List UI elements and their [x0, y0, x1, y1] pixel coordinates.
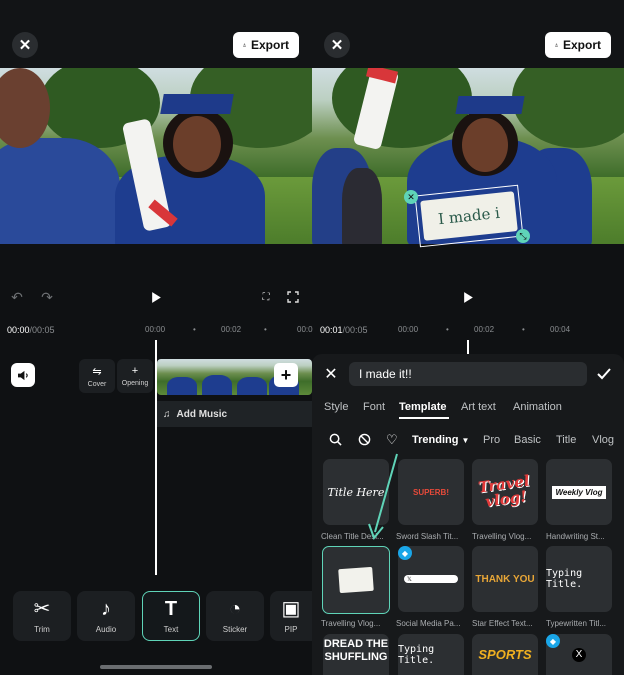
tab-art-text[interactable]: Art text	[461, 401, 496, 413]
overlay-text: I made i	[437, 203, 501, 229]
left-tick-1: •	[193, 325, 196, 334]
mute-button[interactable]	[11, 363, 35, 387]
tab-template[interactable]: Template	[399, 401, 446, 413]
filter-basic[interactable]: Basic	[514, 434, 541, 446]
left-export-button[interactable]: Export	[233, 32, 299, 58]
filter-vlog[interactable]: Vlog	[592, 434, 614, 446]
template-travelling-vlog[interactable]: Travel vlog!	[472, 459, 538, 525]
right-close-button[interactable]: ✕	[324, 32, 350, 58]
undo-icon[interactable]: ↶	[10, 289, 24, 305]
right-tick-4: 00:04	[550, 325, 571, 334]
fullscreen-icon[interactable]	[286, 290, 300, 304]
right-timecode: 00:01/00:05	[320, 325, 368, 335]
music-note-icon: ♫	[163, 408, 171, 420]
pro-badge-icon: ◆	[398, 546, 412, 560]
tab-font[interactable]: Font	[363, 401, 385, 413]
template-typewritten[interactable]: Typing Title.	[546, 546, 612, 612]
tool-text[interactable]: T Text	[142, 591, 200, 641]
tool-sticker[interactable]: ◔ Sticker	[206, 591, 264, 641]
template-label: Travelling Vlog...	[321, 619, 381, 628]
filter-title[interactable]: Title	[556, 434, 576, 446]
right-tick-2: 00:02	[474, 325, 495, 334]
tab-template-underline	[399, 417, 449, 419]
right-tick-1: •	[446, 325, 449, 334]
template-label: Star Effect Text...	[472, 619, 533, 628]
paper-preview	[338, 566, 374, 594]
tool-audio[interactable]: ♪ Audio	[77, 591, 135, 641]
none-icon[interactable]	[358, 433, 371, 451]
left-video-preview	[0, 68, 312, 244]
left-export-label: Export	[250, 38, 289, 52]
keyframe-icon[interactable]: ⛶	[258, 290, 274, 304]
overlay-delete-handle[interactable]: ✕	[404, 190, 418, 204]
left-tick-2: 00:02	[221, 325, 242, 334]
confirm-button[interactable]	[596, 366, 612, 382]
opening-button[interactable]: + Opening	[117, 359, 153, 393]
filter-trending[interactable]: Trending ▼	[412, 434, 469, 446]
left-close-button[interactable]: ✕	[12, 32, 38, 58]
template-sports[interactable]: SPORTS	[472, 634, 538, 675]
play-icon	[151, 291, 161, 303]
filter-pro[interactable]: Pro	[483, 434, 500, 446]
caret-down-icon: ▼	[461, 436, 470, 445]
cover-button[interactable]: ⇋ Cover	[79, 359, 115, 393]
template-label: Social Media Pa...	[396, 619, 461, 628]
sticker-icon: ◔	[228, 597, 242, 620]
left-tick-3: •	[264, 325, 267, 334]
left-timecode: 00:00/00:05	[7, 325, 55, 335]
music-note-icon: ♪	[101, 597, 111, 620]
search-icon[interactable]	[329, 433, 342, 451]
picture-icon: ▣	[281, 597, 301, 620]
pro-badge-icon: ◆	[546, 634, 560, 648]
overlay-resize-handle[interactable]: ⤡	[516, 229, 530, 243]
add-music-track[interactable]: ♫ Add Music	[157, 401, 312, 427]
text-overlay-paper: I made i	[420, 191, 518, 241]
tab-style[interactable]: Style	[324, 401, 348, 413]
template-star-effect[interactable]: THANK YOU	[472, 546, 538, 612]
scissors-icon: ✂	[33, 597, 51, 620]
left-playhead[interactable]	[155, 340, 157, 575]
template-typing-title[interactable]: Typing Title.	[398, 634, 464, 675]
left-tick-0: 00:00	[145, 325, 166, 334]
annotation-arrow	[368, 453, 398, 541]
left-play-button[interactable]	[149, 290, 163, 304]
text-icon: T	[164, 597, 178, 620]
tab-animation[interactable]: Animation	[513, 401, 562, 413]
play-icon	[463, 291, 473, 303]
export-icon	[555, 43, 558, 47]
right-tick-3: •	[522, 325, 525, 334]
right-export-label: Export	[562, 38, 601, 52]
left-tick-4: 00:0	[297, 325, 313, 334]
cover-icon: ⇋	[92, 365, 102, 378]
template-label: Sword Slash Tit...	[396, 532, 459, 541]
heart-icon[interactable]: ♡	[386, 432, 398, 448]
text-input-field[interactable]: I made it!!	[349, 362, 587, 386]
redo-icon[interactable]: ↷	[40, 289, 54, 305]
social-bar-preview: 𝕏	[404, 575, 458, 583]
panel-close-button[interactable]: ✕	[323, 366, 339, 383]
template-label: Handwriting St...	[546, 532, 605, 541]
tool-trim[interactable]: ✂ Trim	[13, 591, 71, 641]
export-icon	[243, 43, 246, 47]
template-label: Travelling Vlog...	[472, 532, 532, 541]
template-handwriting[interactable]: Weekly Vlog	[546, 459, 612, 525]
right-playhead[interactable]	[467, 340, 469, 354]
text-overlay-box[interactable]: I made i	[414, 184, 524, 248]
template-label: Typewritten Titl...	[546, 619, 607, 628]
tool-pip[interactable]: ▣ PIP	[270, 591, 312, 641]
right-export-button[interactable]: Export	[545, 32, 611, 58]
template-travelling-vlog-paper[interactable]	[322, 546, 390, 614]
template-dread-shuffling[interactable]: DREAD THE SHUFFLING	[323, 634, 389, 675]
speaker-icon	[17, 370, 28, 380]
template-sword-slash[interactable]: SUPERB!	[398, 459, 464, 525]
right-play-button[interactable]	[461, 290, 475, 304]
plus-icon: +	[131, 365, 139, 377]
home-indicator	[100, 665, 212, 669]
right-tick-0: 00:00	[398, 325, 419, 334]
checkmark-icon	[597, 368, 611, 380]
add-clip-button[interactable]: +	[274, 363, 298, 387]
